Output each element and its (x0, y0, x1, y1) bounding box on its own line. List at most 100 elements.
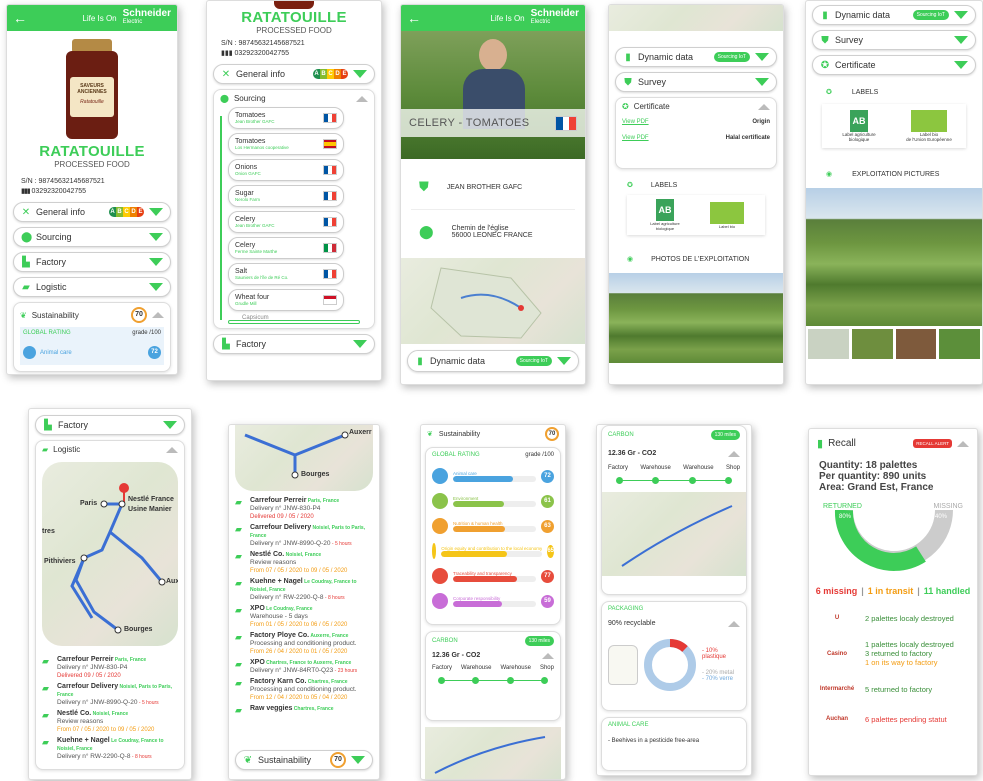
dynamic-data-toggle[interactable]: ▮ Dynamic data Sourcing IoT (812, 5, 976, 25)
chevron-up-icon[interactable] (728, 620, 740, 627)
chevron-down-icon (149, 283, 163, 291)
recall-item[interactable]: Intermarché 5 returned to factory (809, 677, 977, 701)
animal-care-icon (23, 346, 36, 359)
sourcing-item[interactable]: Salt Sauniers de l'île de Ré Co. (228, 263, 344, 285)
shipment-item[interactable]: ▰ XPO Chartres, France to Auxerre, France… (235, 659, 373, 675)
bar-chart-icon: ▮ (822, 9, 828, 21)
rating-bar (453, 475, 536, 482)
shipment-item[interactable]: ▰ Carrefour Perreir Paris, France Delivery… (235, 497, 373, 521)
packaging-donut (644, 639, 696, 691)
sourcing-item-text: Wheat four Grudle Mill (235, 294, 323, 306)
truck-icon: ▰ (42, 683, 49, 693)
farm-map[interactable] (401, 258, 585, 344)
shipment-item[interactable]: ▰ Carrefour Delivery Noisiel, Paris to Pa… (42, 683, 178, 707)
shipment-body: Carrefour Delivery Noisiel, Paris to Par… (250, 524, 373, 548)
certificate-toggle[interactable]: ✪ Certificate (812, 55, 976, 75)
chevron-up-icon[interactable] (542, 652, 554, 659)
view-pdf-link[interactable]: View PDF (622, 135, 726, 141)
shipment-item[interactable]: ▰ Carrefour Delivery Noisiel, Paris to Pa… (235, 524, 373, 548)
sourcing-item[interactable]: Celery Ferme Sainte Marthe (228, 237, 344, 259)
shipment-head: Carrefour Perreir Paris, France (57, 656, 178, 664)
chevron-down-icon (351, 756, 365, 764)
shipment-head: Kuehne + Nagel Le Coudray, France to Noi… (250, 578, 373, 594)
step-label: Factory (608, 465, 629, 471)
medal-icon: ✪ (820, 59, 830, 71)
shipment-item[interactable]: ▰ Kuehne + Nagel Le Coudray, France to No… (42, 737, 178, 761)
dynamic-data-toggle[interactable]: ▮ Dynamic data Sourcing IoT (407, 350, 579, 372)
sourcing-toggle[interactable]: ⬤ Sourcing (13, 227, 171, 247)
sourcing-item[interactable]: Tomatoes Jean Brother GAFC (228, 107, 344, 129)
rating-bar-fill (453, 475, 513, 482)
carbon-map[interactable] (425, 727, 561, 779)
survey-toggle[interactable]: ⛊ Survey (615, 72, 777, 92)
shipment-item[interactable]: ▰ Nestlé Co. Noisiel, France Review reason… (235, 551, 373, 575)
shipment-item[interactable]: ▰ Carrefour Perreir Paris, France Delivery… (42, 656, 178, 680)
factory-toggle[interactable]: ▙ Factory (35, 415, 185, 435)
shipment-place: Noisiel, France (91, 711, 129, 717)
photos-title: EXPLOITATION PICTURES (852, 170, 940, 178)
farm-photo[interactable] (806, 188, 982, 326)
chevron-up-icon[interactable] (758, 103, 770, 110)
thumbnail[interactable] (895, 329, 937, 359)
sourcing-item[interactable]: Tomatoes Los Hermanos cooperative (228, 133, 344, 155)
survey-toggle[interactable]: ⛊ Survey (812, 30, 976, 50)
logistic-map[interactable]: Nestlé France Usine Manier Paris tres Pi… (42, 462, 178, 646)
shipment-item[interactable]: ▰ XPO Le Coudray, France Warehouse - 5 day… (235, 605, 373, 629)
shipment-detail: Processing and conditioning product. (250, 640, 357, 647)
sourcing-item[interactable]: Wheat four Grudle Mill (228, 289, 344, 311)
shipment-item[interactable]: ▰ Factory Karn Co. Chartres, France Proces… (235, 678, 373, 702)
rating-value: 72 (148, 346, 161, 359)
shipment-name: XPO (250, 659, 265, 666)
shipment-item[interactable]: ▰ Factory Ploye Co. Auxerre, France Proces… (235, 632, 373, 656)
sourcing-item[interactable]: Onions Onion GAFC (228, 159, 344, 181)
shipment-status: From 26 / 04 / 2020 to 01 / 05 / 2020 (250, 649, 348, 655)
general-info-toggle[interactable]: ✕ General info ABCDE (13, 202, 171, 222)
recall-item[interactable]: Auchan 6 palettes pending statut (809, 707, 977, 731)
shipment-head: Nestlé Co. Noisiel, France (57, 710, 178, 718)
screen-product: ← Life Is On Schneider Electric SAVEURS A… (6, 4, 178, 375)
shipment-place: Chartres, France (292, 706, 334, 712)
sourcing-item[interactable]: Sugar Nerolo Farm (228, 185, 344, 207)
truck-icon: ▰ (235, 705, 242, 715)
farm-photo[interactable] (609, 273, 783, 363)
carbon-map[interactable] (602, 492, 746, 576)
chevron-up-icon[interactable] (728, 450, 740, 457)
truck-icon: ▰ (235, 632, 242, 642)
logistic-map[interactable]: Auxerr Bourges (235, 425, 373, 491)
shipment-delay: - 5 hours (137, 700, 159, 706)
shipment-place: Chartres, France (306, 679, 348, 685)
shipment-item[interactable]: ▰ Nestlé Co. Noisiel, France Review reason… (42, 710, 178, 734)
recall-quantity: Quantity: 18 palettes (819, 460, 918, 471)
chevron-up-icon[interactable] (152, 312, 164, 318)
factory-toggle[interactable]: ▙ Factory (213, 334, 375, 354)
recall-item[interactable]: Casino 1 palettes localy destroyed 3 retur… (809, 636, 977, 671)
sustainability-toggle[interactable]: ❦ Sustainability 70 (235, 750, 373, 770)
shipment-name: Carrefour Delivery (57, 683, 119, 690)
thumbnail[interactable] (851, 329, 893, 359)
labels-title: LABELS (650, 181, 678, 189)
chevron-up-icon[interactable] (166, 446, 178, 453)
carbon-value: 12.36 Gr - CO2 (432, 652, 481, 659)
logistic-toggle[interactable]: ▰ Logistic (13, 277, 171, 297)
chevron-up-icon[interactable] (356, 95, 368, 102)
chevron-up-icon[interactable] (957, 440, 969, 447)
rating-icon (432, 493, 448, 509)
back-arrow-icon[interactable]: ← (407, 10, 421, 26)
factory-toggle[interactable]: ▙ Factory (13, 252, 171, 272)
thumbnail[interactable] (808, 329, 849, 359)
general-info-toggle[interactable]: ✕ General info ABCDE (213, 64, 375, 84)
sourcing-item[interactable]: Celery Jean Brother GAFC (228, 211, 344, 233)
shipment-item[interactable]: ▰ Raw veggies Chartres, France (235, 705, 373, 716)
ingredient-name: Wheat four (235, 294, 270, 301)
dynamic-data-toggle[interactable]: ▮ Dynamic data Sourcing IoT (615, 47, 777, 67)
back-arrow-icon[interactable]: ← (13, 10, 27, 26)
rating-value: 59 (541, 594, 554, 608)
app-header: ← Life Is On Schneider Electric (7, 5, 177, 31)
screen-logistic: ▙ Factory ▰ Logistic Nestlé France Usine M… (28, 408, 192, 780)
screen-recall: ▮ Recall RECALL ALERT Quantity: 18 palette… (808, 428, 978, 776)
shipment-item[interactable]: ▰ Kuehne + Nagel Le Coudray, France to No… (235, 578, 373, 602)
rating-icon (432, 543, 437, 559)
recall-item[interactable]: U 2 palettes localy destroyed (809, 606, 977, 630)
view-pdf-link[interactable]: View PDF (622, 119, 752, 125)
thumbnail[interactable] (939, 329, 980, 359)
